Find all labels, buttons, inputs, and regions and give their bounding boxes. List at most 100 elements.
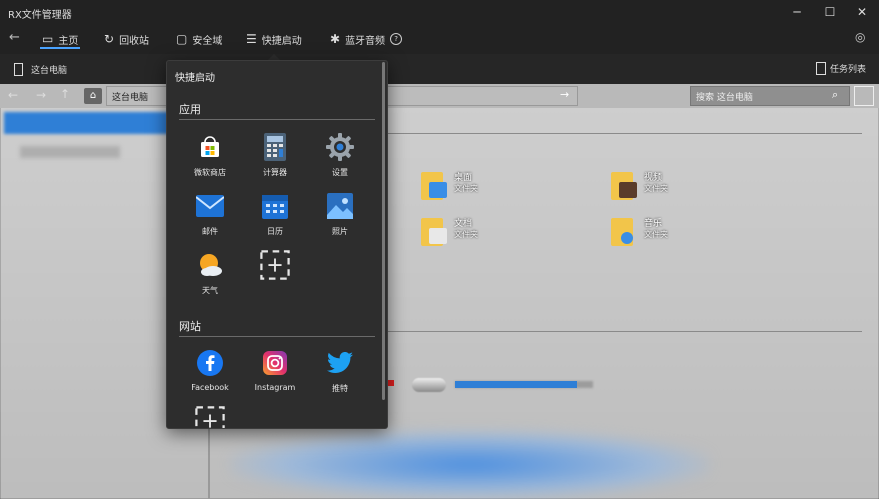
app-label: 设置: [332, 168, 348, 177]
folder-name: 视频: [644, 173, 663, 183]
app-photos[interactable]: 照片: [310, 192, 370, 237]
add-app-button[interactable]: [245, 250, 305, 280]
folder-type: 文件夹: [644, 184, 668, 193]
instagram-icon: [260, 349, 290, 377]
app-calculator[interactable]: 计算器: [245, 133, 305, 178]
mail-icon: [195, 192, 225, 220]
app-label: 邮件: [202, 227, 218, 236]
app-label: 计算器: [263, 168, 287, 177]
tab-label: 蓝牙音频: [345, 35, 386, 47]
tab-bluetooth-audio[interactable]: ✱ 蓝牙音频 ?: [330, 31, 403, 47]
tab-bar: [0, 54, 879, 84]
documents-folder-icon[interactable]: [421, 216, 447, 246]
search-placeholder: 搜索 这台电脑: [696, 93, 753, 103]
drive-usage-bar: [455, 381, 577, 388]
site-twitter[interactable]: 推特: [310, 349, 370, 394]
site-label: 推特: [332, 384, 348, 393]
drive-icon[interactable]: [412, 378, 446, 392]
bluetooth-icon: ✱: [330, 32, 341, 46]
websites-section-header: 网站: [179, 320, 201, 333]
section-separator: [179, 119, 375, 120]
folder-type: 文件夹: [454, 184, 478, 193]
site-facebook[interactable]: Facebook: [180, 349, 240, 392]
popup-title: 快捷启动: [175, 73, 215, 84]
folder-name: 音乐: [644, 219, 663, 229]
tab-label: 这台电脑: [31, 66, 68, 76]
task-list-label: 任务列表: [830, 65, 867, 75]
task-list-button[interactable]: 任务列表: [816, 62, 866, 75]
back-button[interactable]: ←: [9, 30, 20, 45]
tab-label: 安全域: [192, 35, 223, 47]
side-toggle-icon[interactable]: [854, 86, 874, 106]
section-divider: [387, 133, 862, 134]
maximize-button[interactable]: ☐: [815, 2, 845, 22]
settings-icon[interactable]: ◎: [855, 30, 865, 44]
folder-type: 文件夹: [454, 230, 478, 239]
video-folder-icon[interactable]: [611, 170, 637, 200]
pc-icon: [14, 63, 23, 76]
up-arrow-icon[interactable]: ↑: [60, 87, 70, 101]
close-button[interactable]: ✕: [847, 2, 877, 22]
tab-secure-area[interactable]: ▢ 安全域: [176, 31, 222, 47]
site-label: Instagram: [254, 383, 296, 392]
folder-icon[interactable]: [421, 170, 447, 200]
music-folder-icon[interactable]: [611, 216, 637, 246]
section-separator: [179, 336, 375, 337]
tab-home[interactable]: ▭ 主页: [42, 31, 78, 47]
app-label: 日历: [267, 227, 283, 236]
go-button[interactable]: →: [560, 88, 569, 101]
tab-quick-launch[interactable]: ☰ 快捷启动: [246, 31, 302, 47]
calendar-icon: [260, 192, 290, 220]
quick-launch-icon: ☰: [246, 32, 257, 46]
tab-label: 主页: [58, 35, 79, 47]
tab-label: 快捷启动: [261, 35, 302, 47]
tab-label: 回收站: [119, 35, 150, 47]
app-microsoft-store[interactable]: 微软商店: [180, 133, 240, 178]
back-arrow-icon[interactable]: ←: [8, 88, 18, 102]
site-label: Facebook: [191, 383, 229, 392]
folder-type: 文件夹: [644, 230, 668, 239]
calculator-icon: [260, 133, 290, 161]
clipboard-icon: [816, 62, 826, 75]
app-label: 照片: [332, 227, 348, 236]
app-title: RX文件管理器: [8, 10, 72, 21]
app-settings[interactable]: 设置: [310, 133, 370, 178]
sidebar-item-selected[interactable]: [4, 112, 169, 134]
lock-folder-icon: ▢: [176, 32, 188, 46]
add-icon: [260, 250, 290, 280]
search-icon[interactable]: ⌕: [832, 88, 838, 102]
app-weather[interactable]: 天气: [180, 251, 240, 296]
section-divider: [387, 331, 862, 332]
popup-shadow-line: [208, 427, 210, 499]
sidebar-item[interactable]: [20, 146, 120, 158]
app-mail[interactable]: 邮件: [180, 192, 240, 237]
twitter-bird-icon: [325, 349, 355, 377]
add-site-button[interactable]: [180, 406, 240, 428]
wallpaper-glow: [230, 430, 710, 499]
store-icon: [195, 133, 225, 161]
add-icon: [195, 406, 225, 428]
site-instagram[interactable]: Instagram: [245, 349, 305, 392]
path-text: 这台电脑: [112, 93, 149, 103]
gear-icon: [325, 133, 355, 161]
help-icon[interactable]: ?: [390, 33, 403, 45]
quick-launch-popup: 快捷启动 应用 微软商店 计算器 设置 邮件 日历 照片 天气 网站 Faceb…: [166, 60, 388, 429]
popup-scrollbar[interactable]: [382, 62, 385, 400]
home-icon: ▭: [42, 32, 54, 46]
photos-icon: [325, 192, 355, 220]
tab-this-pc[interactable]: 这台电脑: [14, 63, 67, 76]
app-label: 微软商店: [194, 168, 226, 177]
app-calendar[interactable]: 日历: [245, 192, 305, 237]
minimize-button[interactable]: ─: [782, 2, 812, 22]
tab-recycle-bin[interactable]: ↻ 回收站: [104, 31, 149, 47]
weather-icon: [195, 251, 225, 279]
title-bar: [0, 0, 879, 24]
facebook-icon: [195, 349, 225, 377]
app-label: 天气: [202, 286, 218, 295]
apps-section-header: 应用: [179, 103, 201, 116]
folder-name: 文档: [454, 219, 473, 229]
forward-arrow-icon[interactable]: →: [36, 88, 46, 102]
home-icon[interactable]: ⌂: [84, 88, 102, 104]
recycle-bin-icon: ↻: [104, 32, 115, 46]
active-tab-indicator: [40, 47, 80, 49]
